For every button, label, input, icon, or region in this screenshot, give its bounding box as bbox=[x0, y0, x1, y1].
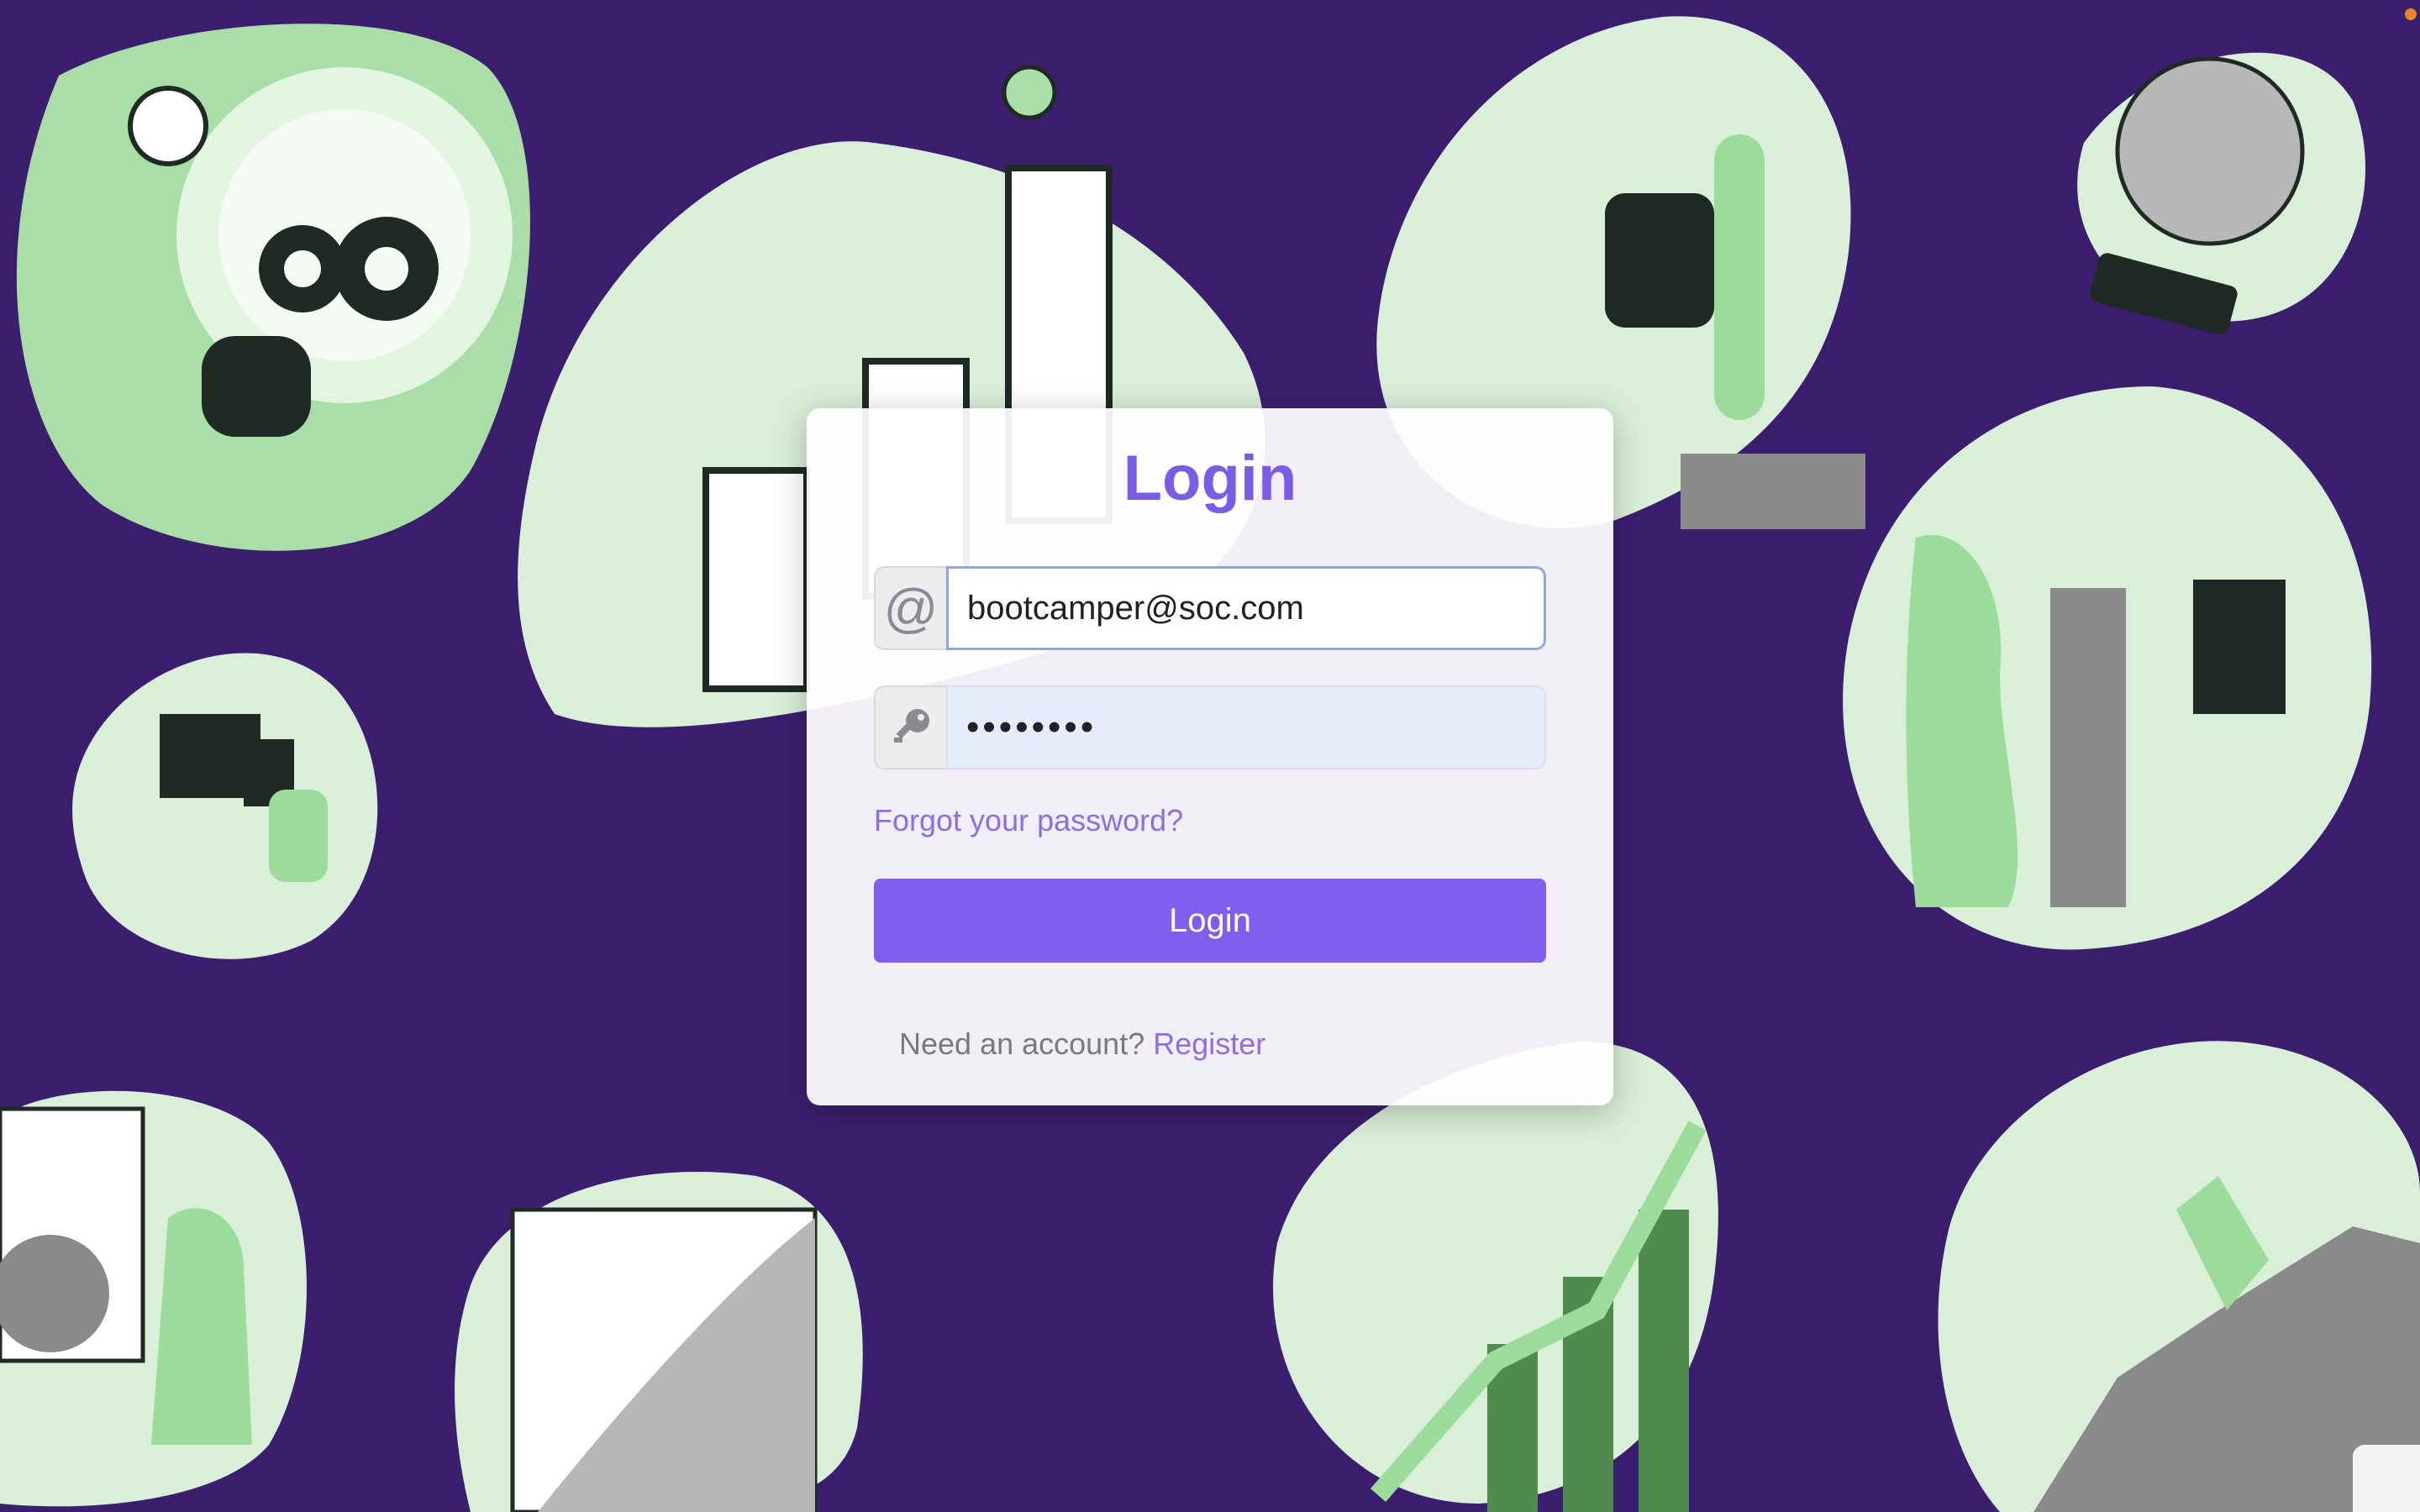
food-app-illustration bbox=[0, 1090, 307, 1507]
need-account-text: Need an account? bbox=[899, 1026, 1145, 1061]
webpage-peel-illustration bbox=[455, 1172, 863, 1512]
email-field-group: @ bbox=[874, 566, 1546, 650]
login-card: Login @ Forgot your password? Login Need… bbox=[807, 408, 1613, 1105]
corner-panel bbox=[2353, 1445, 2420, 1512]
artist-statue-illustration bbox=[1843, 386, 2372, 950]
password-field[interactable] bbox=[946, 685, 1546, 769]
page-title: Login bbox=[1123, 443, 1297, 514]
window-status-dot bbox=[2405, 8, 2417, 20]
login-button[interactable]: Login bbox=[874, 879, 1546, 963]
email-field[interactable] bbox=[946, 566, 1546, 650]
key-icon bbox=[874, 685, 946, 769]
team-growth-illustration bbox=[1273, 1042, 1718, 1512]
register-prompt: Need an account? Register bbox=[899, 1026, 1265, 1062]
developer-desk-illustration bbox=[72, 653, 378, 959]
lightbulb-gears-illustration bbox=[16, 24, 530, 551]
at-sign-icon: @ bbox=[874, 566, 946, 650]
mountain-climber-illustration bbox=[1938, 1041, 2420, 1512]
forgot-password-link[interactable]: Forgot your password? bbox=[874, 803, 1183, 838]
key-icon-glyph bbox=[894, 709, 929, 743]
globe-tablet-illustration bbox=[2077, 52, 2365, 335]
password-field-group bbox=[874, 685, 1546, 769]
register-link[interactable]: Register bbox=[1153, 1026, 1265, 1061]
